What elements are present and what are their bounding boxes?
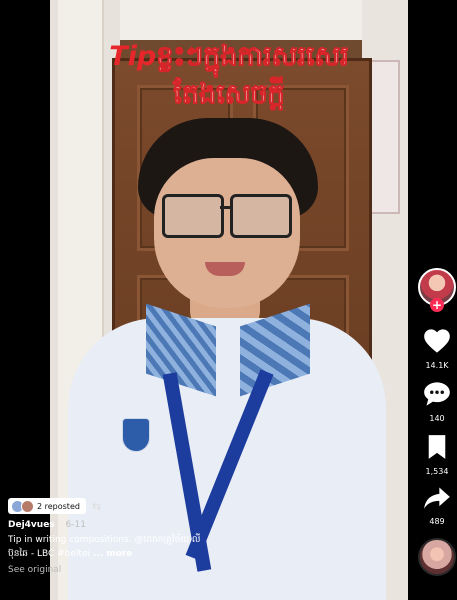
creator-avatar-button[interactable]: + [417, 268, 457, 312]
repost-row: 2 reposted ⇆ [8, 498, 418, 514]
heart-icon [424, 329, 450, 353]
like-button[interactable]: 14.1K [417, 328, 457, 370]
glasses-right-lens [230, 194, 292, 238]
see-original-link[interactable]: See original [8, 565, 418, 575]
save-button[interactable]: 1,534 [417, 434, 457, 476]
comment-icon [424, 382, 450, 406]
caption-line-1: Tip in writing compositions. @លោកគ្រូវិច… [8, 535, 201, 545]
caption-text: Tip in writing compositions. @លោកគ្រូវិច… [8, 534, 308, 561]
follow-button[interactable]: + [430, 298, 444, 312]
caption-more-link[interactable]: ... more [93, 549, 133, 559]
author-username[interactable]: Dej4vues [8, 520, 55, 530]
video-caption: 2 reposted ⇆ Dej4vues 6-11 Tip in writin… [8, 498, 418, 575]
school-badge [122, 418, 150, 452]
comment-button[interactable]: 140 [417, 381, 457, 423]
sound-disc[interactable] [417, 538, 457, 576]
reposted-badge[interactable]: 2 reposted [8, 498, 86, 514]
caption-line-2: ប៊ុនឆៃ - LBC #beltei [8, 548, 90, 559]
title-line2: តែងសេចក្តី [173, 78, 285, 110]
bookmark-icon [428, 435, 446, 459]
share-icon [424, 487, 450, 509]
video-title-overlay: Tipខ្លះៗក្នុងការសរសេរ តែងសេចក្តី [50, 38, 408, 114]
share-count: 489 [429, 517, 445, 526]
title-line1-khmer: ខ្លះៗក្នុងការសរសេរ [156, 41, 349, 73]
comment-count: 140 [429, 414, 445, 423]
post-date: 6-11 [65, 520, 86, 530]
like-count: 14.1K [425, 361, 449, 370]
title-tip: Tip [109, 41, 157, 72]
save-count: 1,534 [425, 467, 449, 476]
author-row: Dej4vues 6-11 [8, 520, 418, 530]
music-disc-icon[interactable] [418, 538, 456, 576]
glasses-left-lens [162, 194, 224, 238]
reposter-avatar [21, 499, 34, 513]
glasses-bridge [220, 206, 232, 209]
repost-count-label: 2 reposted [37, 501, 80, 511]
share-button[interactable]: 489 [417, 486, 457, 526]
repost-icon[interactable]: ⇆ [92, 500, 101, 513]
